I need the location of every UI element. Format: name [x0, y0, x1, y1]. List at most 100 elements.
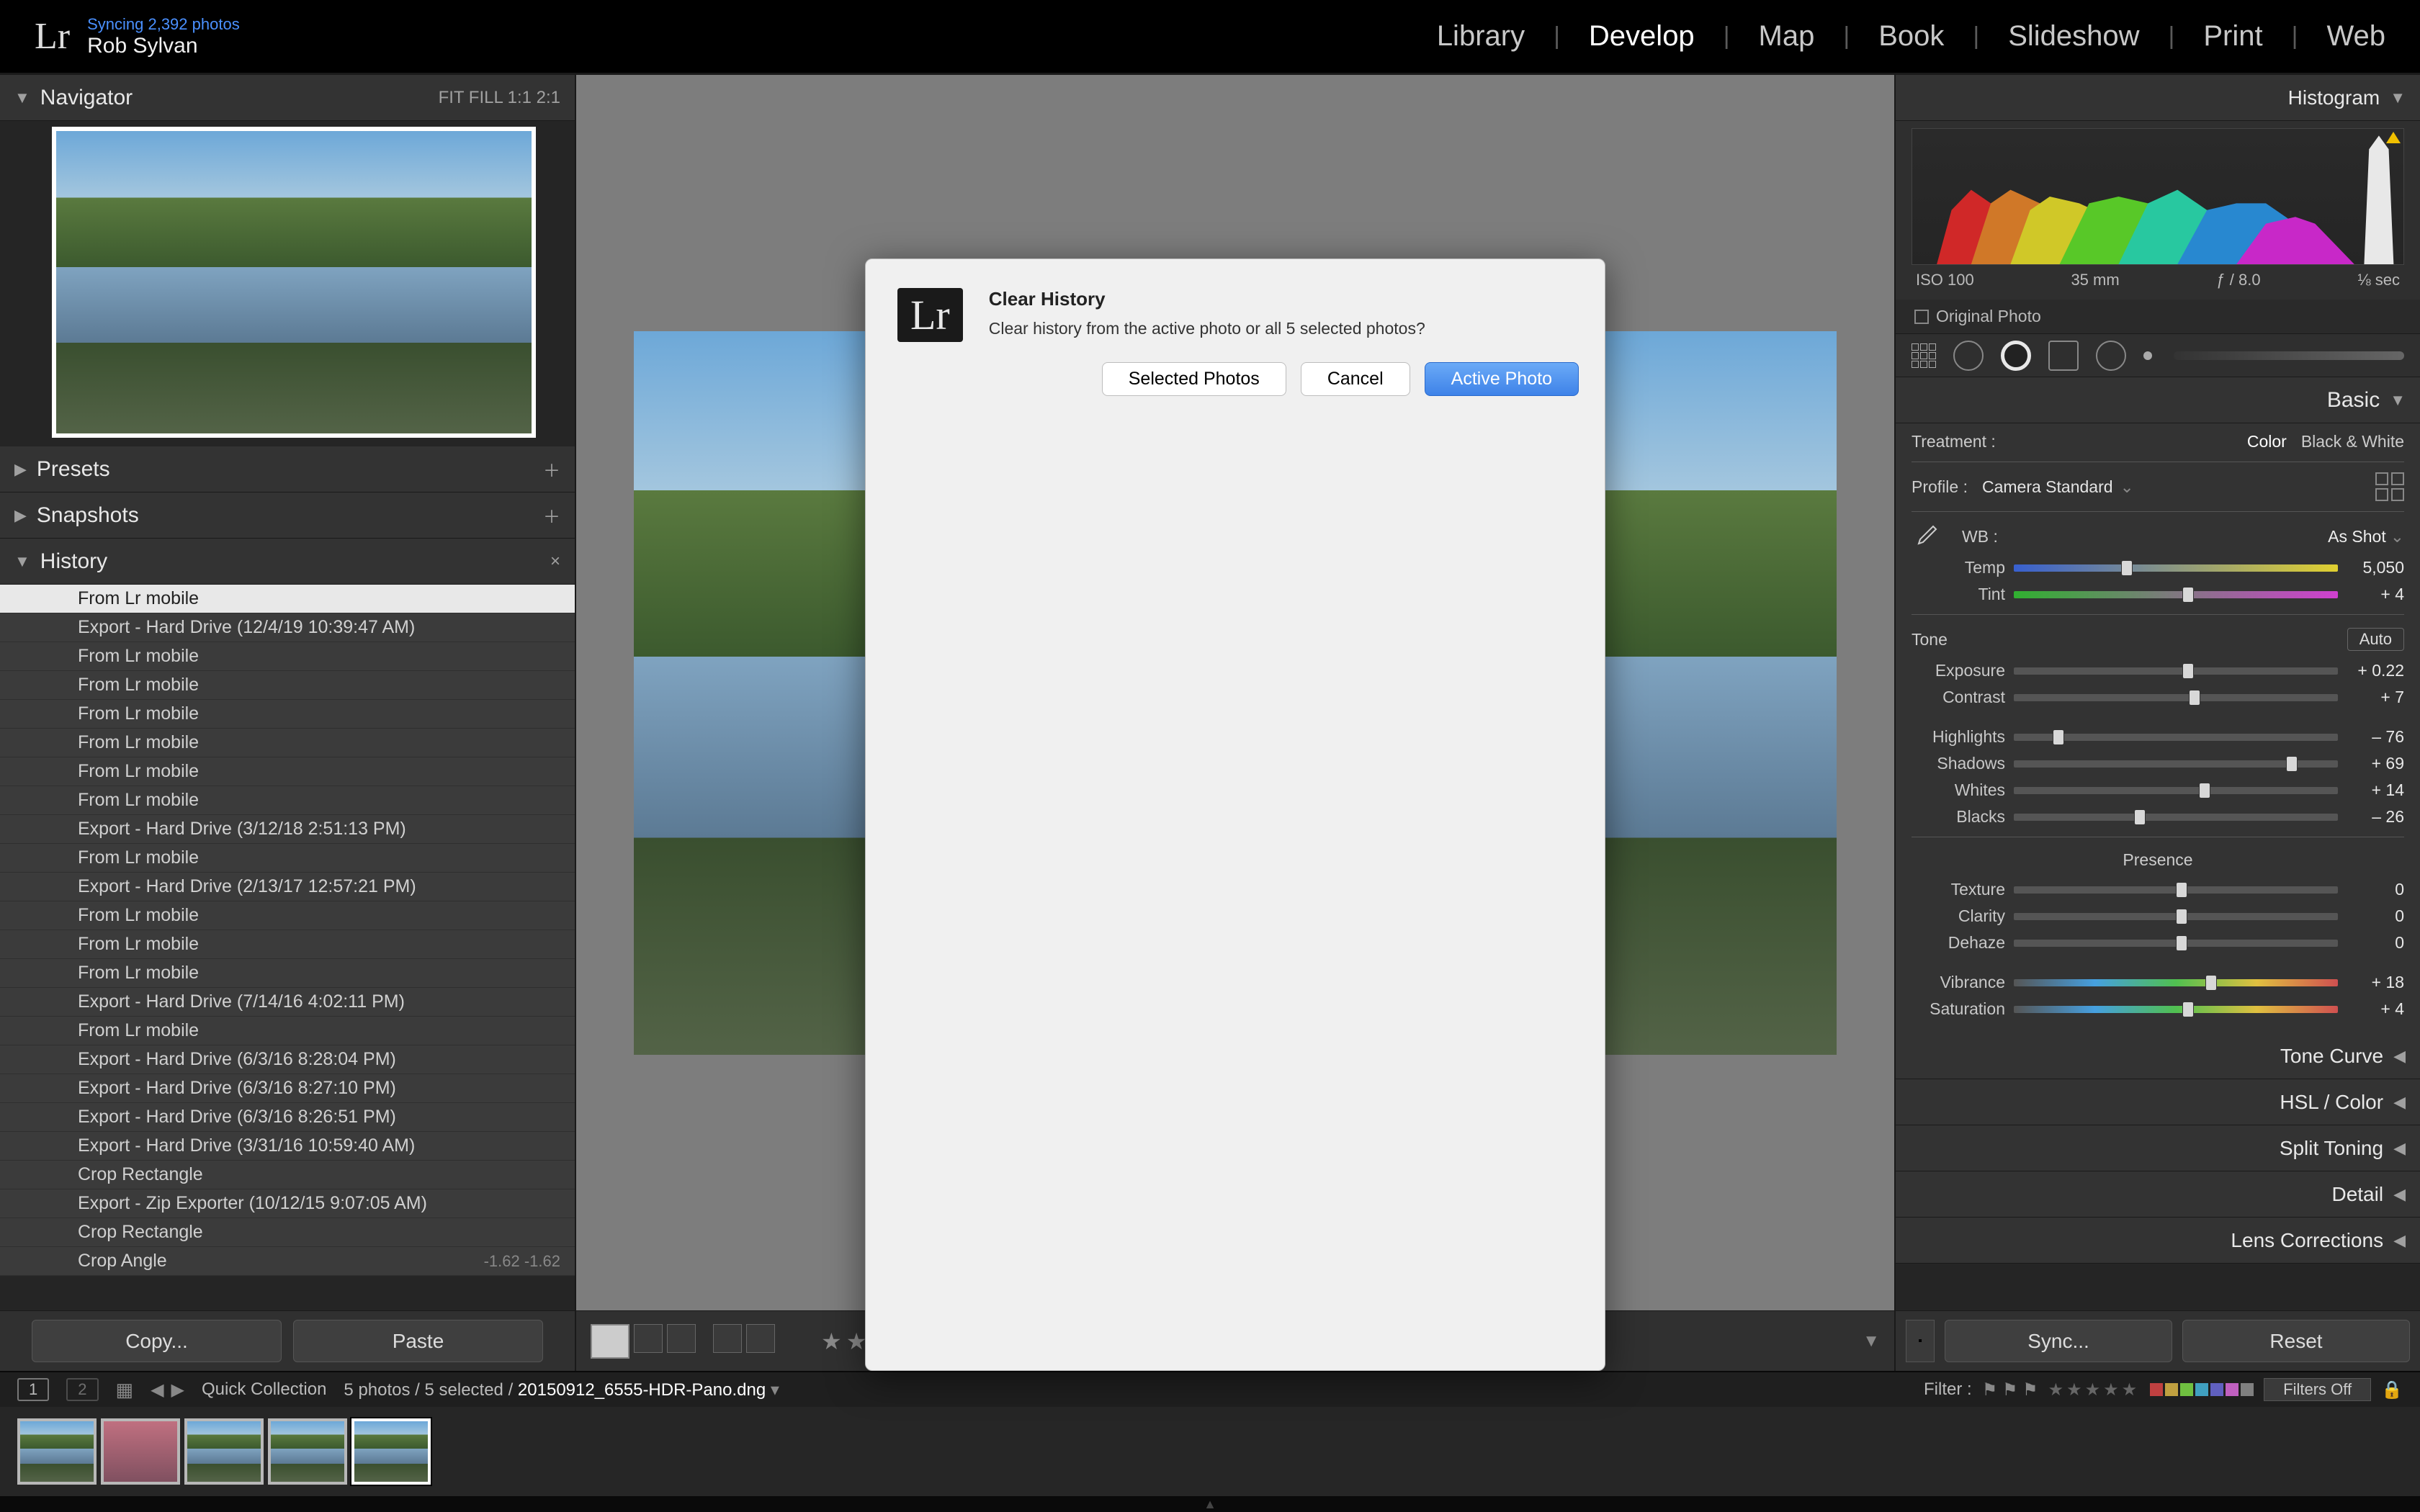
filmstrip-thumb[interactable]	[184, 1418, 264, 1485]
toolbar-menu-icon[interactable]: ▼	[1863, 1331, 1880, 1351]
tint-slider[interactable]	[2014, 591, 2338, 598]
view-config-icon-2[interactable]	[746, 1324, 775, 1353]
selected-photos-button[interactable]: Selected Photos	[1102, 362, 1286, 396]
color-label-filter[interactable]	[2150, 1383, 2254, 1396]
module-web[interactable]: Web	[2326, 20, 2385, 53]
history-item[interactable]: Export - Hard Drive (7/14/16 4:02:11 PM)	[0, 988, 575, 1017]
panel-header-detail[interactable]: Detail◀	[1896, 1171, 2420, 1218]
paste-button[interactable]: Paste	[293, 1320, 543, 1362]
radial-filter-icon[interactable]	[2096, 341, 2126, 371]
module-develop[interactable]: Develop	[1589, 20, 1695, 53]
history-item[interactable]: From Lr mobile	[0, 729, 575, 757]
history-item[interactable]: From Lr mobile	[0, 844, 575, 873]
before-after-icon[interactable]	[634, 1324, 663, 1353]
history-item[interactable]: Export - Hard Drive (3/12/18 2:51:13 PM)	[0, 815, 575, 844]
color-swatch[interactable]	[2210, 1383, 2223, 1396]
history-item[interactable]: From Lr mobile	[0, 959, 575, 988]
history-item[interactable]: Export - Zip Exporter (10/12/15 9:07:05 …	[0, 1189, 575, 1218]
history-item[interactable]: From Lr mobile	[0, 901, 575, 930]
source-label[interactable]: Quick Collection	[202, 1380, 326, 1400]
history-item[interactable]: Crop Angle-1.62 -1.62	[0, 1247, 575, 1276]
filmstrip-thumb[interactable]	[101, 1418, 180, 1485]
spot-removal-icon[interactable]	[1953, 341, 1984, 371]
color-swatch[interactable]	[2165, 1383, 2178, 1396]
brush-tool-icon[interactable]	[2143, 351, 2152, 360]
color-swatch[interactable]	[2195, 1383, 2208, 1396]
sync-button[interactable]: Sync...	[1945, 1320, 2172, 1362]
clipping-warning-icon[interactable]	[2386, 132, 2401, 143]
display-2[interactable]: 2	[66, 1378, 98, 1401]
panel-header-tone-curve[interactable]: Tone Curve◀	[1896, 1033, 2420, 1079]
navigator-preview[interactable]	[0, 121, 575, 446]
history-item[interactable]: Export - Hard Drive (6/3/16 8:27:10 PM)	[0, 1074, 575, 1103]
basic-panel-header[interactable]: Basic▼	[1896, 377, 2420, 423]
history-item[interactable]: From Lr mobile	[0, 1017, 575, 1045]
copy-button[interactable]: Copy...	[32, 1320, 282, 1362]
history-item[interactable]: From Lr mobile	[0, 786, 575, 815]
history-item[interactable]: Export - Hard Drive (12/4/19 10:39:47 AM…	[0, 613, 575, 642]
panel-header-split-toning[interactable]: Split Toning◀	[1896, 1125, 2420, 1171]
module-library[interactable]: Library	[1437, 20, 1525, 53]
redeye-tool-icon[interactable]	[2001, 341, 2031, 371]
module-book[interactable]: Book	[1878, 20, 1944, 53]
color-swatch[interactable]	[2241, 1383, 2254, 1396]
filter-lock-icon[interactable]: 🔒	[2381, 1380, 2403, 1400]
treatment-color[interactable]: Color	[2247, 432, 2287, 451]
filmstrip[interactable]	[0, 1407, 2420, 1496]
texture-slider[interactable]	[2014, 886, 2338, 894]
history-item[interactable]: Crop Rectangle	[0, 1161, 575, 1189]
rating-filter[interactable]: ★★★★★	[2048, 1380, 2141, 1400]
history-item[interactable]: From Lr mobile	[0, 757, 575, 786]
sync-status[interactable]: Syncing 2,392 photos	[87, 15, 240, 34]
display-1[interactable]: 1	[17, 1378, 49, 1401]
flag-filter-icon[interactable]: ⚑ ⚑ ⚑	[1982, 1380, 2038, 1400]
panel-header-lens-corrections[interactable]: Lens Corrections◀	[1896, 1218, 2420, 1264]
whites-slider[interactable]	[2014, 787, 2338, 794]
crop-tool-icon[interactable]	[1912, 343, 1936, 368]
saturation-slider[interactable]	[2014, 1006, 2338, 1013]
auto-tone-button[interactable]: Auto	[2347, 628, 2404, 651]
history-item[interactable]: Export - Hard Drive (3/31/16 10:59:40 AM…	[0, 1132, 575, 1161]
shadows-slider[interactable]	[2014, 760, 2338, 768]
vibrance-slider[interactable]	[2014, 979, 2338, 986]
active-photo-button[interactable]: Active Photo	[1425, 362, 1579, 396]
presets-header[interactable]: ▶ Presets ＋	[0, 446, 575, 492]
profile-value[interactable]: Camera Standard	[1982, 477, 2113, 497]
graduated-filter-icon[interactable]	[2048, 341, 2079, 371]
history-item[interactable]: From Lr mobile	[0, 642, 575, 671]
blacks-slider[interactable]	[2014, 814, 2338, 821]
histogram-header[interactable]: Histogram▼	[1896, 75, 2420, 121]
exposure-slider[interactable]	[2014, 667, 2338, 675]
filmstrip-thumb[interactable]	[17, 1418, 97, 1485]
treatment-bw[interactable]: Black & White	[2301, 432, 2404, 451]
snapshots-header[interactable]: ▶ Snapshots ＋	[0, 492, 575, 539]
history-header[interactable]: ▼ History ×	[0, 539, 575, 585]
history-item[interactable]: Export - Hard Drive (6/3/16 8:28:04 PM)	[0, 1045, 575, 1074]
temp-slider[interactable]	[2014, 564, 2338, 572]
before-after-icon-2[interactable]	[667, 1324, 696, 1353]
profile-browser-icon[interactable]	[2375, 472, 2404, 501]
module-slideshow[interactable]: Slideshow	[2008, 20, 2139, 53]
mask-slider[interactable]	[2174, 351, 2404, 360]
histogram[interactable]: ISO 100 35 mm ƒ / 8.0 ⅛ sec	[1896, 121, 2420, 300]
history-item[interactable]: From Lr mobile	[0, 700, 575, 729]
clarity-slider[interactable]	[2014, 913, 2338, 920]
history-item[interactable]: Export - Hard Drive (2/13/17 12:57:21 PM…	[0, 873, 575, 901]
color-swatch[interactable]	[2226, 1383, 2238, 1396]
wb-value[interactable]: As Shot	[2328, 527, 2386, 546]
history-item[interactable]: Crop Rectangle	[0, 1218, 575, 1247]
prev-arrow-icon[interactable]: ◀	[151, 1380, 163, 1400]
history-item[interactable]: From Lr mobile	[0, 585, 575, 613]
next-arrow-icon[interactable]: ▶	[171, 1380, 184, 1400]
filmstrip-thumb-selected[interactable]	[351, 1418, 431, 1485]
module-print[interactable]: Print	[2203, 20, 2262, 53]
loupe-view-icon[interactable]	[591, 1324, 629, 1359]
cancel-button[interactable]: Cancel	[1301, 362, 1410, 396]
navigator-header[interactable]: ▼ Navigator FIT FILL 1:1 2:1	[0, 75, 575, 121]
history-item[interactable]: From Lr mobile	[0, 671, 575, 700]
reset-button[interactable]: Reset	[2182, 1320, 2410, 1362]
history-item[interactable]: Export - Hard Drive (6/3/16 8:26:51 PM)	[0, 1103, 575, 1132]
switch-icon[interactable]: ▪	[1906, 1320, 1935, 1362]
filmstrip-thumb[interactable]	[268, 1418, 347, 1485]
filmstrip-handle-icon[interactable]: ▲	[0, 1496, 2420, 1512]
